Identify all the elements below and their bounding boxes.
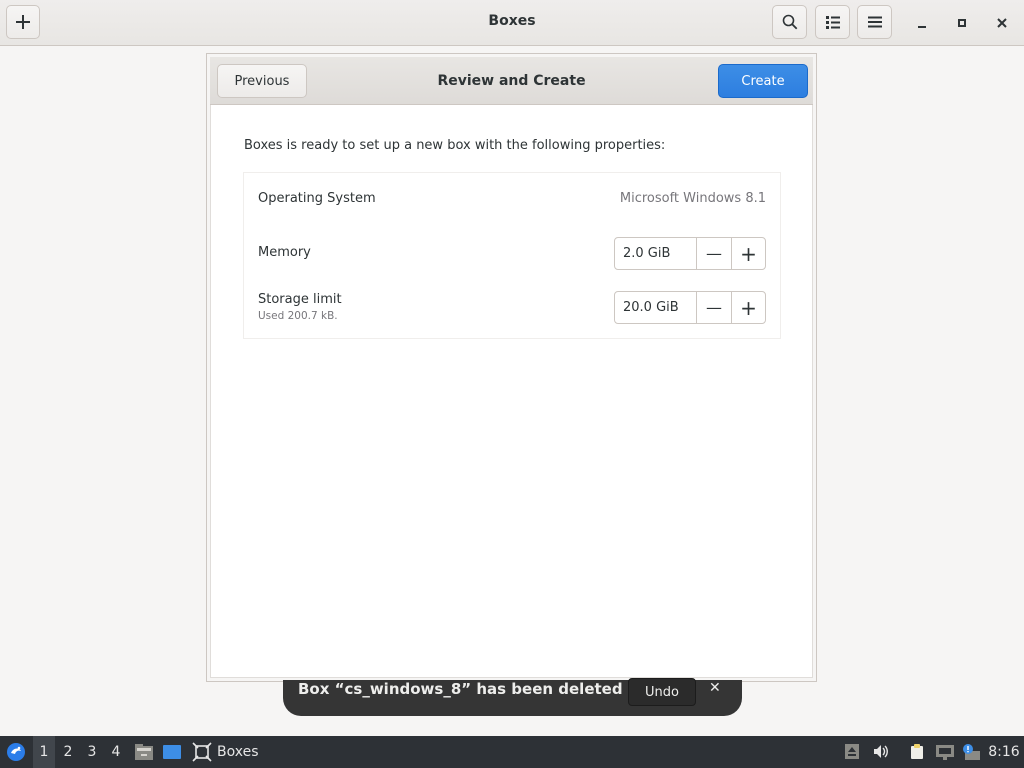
undo-button[interactable]: Undo — [628, 678, 696, 706]
desktop-icon — [163, 745, 181, 759]
distro-logo-icon — [7, 743, 25, 761]
minus-icon: — — [706, 298, 722, 317]
minimize-icon — [918, 26, 926, 28]
os-label: Operating System — [258, 191, 376, 206]
dialog-header: Previous Review and Create Create — [210, 57, 813, 105]
clock[interactable]: 8:16 — [984, 736, 1024, 768]
storage-label: Storage limit — [258, 292, 342, 307]
file-manager-launcher[interactable] — [132, 736, 156, 768]
show-desktop-launcher[interactable] — [160, 736, 184, 768]
headerbar: Boxes — [0, 0, 1024, 46]
taskbar: 1 2 3 4 Boxes 8:16 — [0, 736, 1024, 768]
memory-spinbutton[interactable]: 2.0 GiB — + — [614, 237, 766, 270]
workspace-2[interactable]: 2 — [57, 736, 79, 768]
deleted-notification: Box “cs_windows_8” has been deleted Undo… — [283, 678, 742, 716]
maximize-button[interactable] — [950, 11, 974, 35]
update-notifier-icon[interactable] — [961, 743, 981, 760]
storage-decrease-button[interactable]: — — [697, 292, 731, 323]
search-button[interactable] — [772, 5, 807, 39]
memory-label: Memory — [258, 245, 311, 260]
file-manager-icon — [135, 744, 153, 760]
plus-icon: + — [740, 295, 757, 320]
list-view-icon — [825, 16, 840, 29]
plus-icon: + — [740, 241, 757, 266]
storage-spinbutton[interactable]: 20.0 GiB — + — [614, 291, 766, 324]
workspace-3[interactable]: 3 — [81, 736, 103, 768]
dialog-body: Boxes is ready to set up a new box with … — [210, 105, 813, 678]
intro-text: Boxes is ready to set up a new box with … — [244, 138, 666, 153]
start-menu-button[interactable] — [2, 736, 30, 768]
notification-message: Box “cs_windows_8” has been deleted — [298, 680, 623, 698]
workspace-4[interactable]: 4 — [105, 736, 127, 768]
eject-icon[interactable] — [844, 743, 860, 760]
taskbar-task-boxes[interactable]: Boxes — [192, 736, 262, 768]
task-label: Boxes — [217, 744, 259, 760]
properties-list: Operating System Microsoft Windows 8.1 M… — [244, 173, 780, 338]
workspace-1[interactable]: 1 — [33, 736, 55, 768]
search-icon — [782, 14, 797, 30]
hamburger-menu-icon — [867, 16, 882, 28]
clipboard-icon[interactable] — [909, 743, 925, 760]
memory-increase-button[interactable]: + — [731, 238, 765, 269]
os-value: Microsoft Windows 8.1 — [619, 191, 766, 206]
view-toggle-button[interactable] — [815, 5, 850, 39]
close-window-button[interactable] — [990, 11, 1014, 35]
storage-used-text: Used 200.7 kB. — [258, 310, 338, 322]
main-menu-button[interactable] — [857, 5, 892, 39]
close-icon — [997, 18, 1007, 28]
memory-value[interactable]: 2.0 GiB — [615, 238, 697, 269]
review-create-dialog: Previous Review and Create Create Boxes … — [206, 53, 817, 682]
boxes-app-icon — [192, 742, 212, 762]
volume-icon[interactable] — [872, 743, 888, 760]
maximize-icon — [958, 19, 966, 27]
minus-icon: — — [706, 244, 722, 263]
memory-decrease-button[interactable]: — — [697, 238, 731, 269]
minimize-button[interactable] — [910, 11, 934, 35]
network-icon[interactable] — [935, 743, 955, 760]
storage-increase-button[interactable]: + — [731, 292, 765, 323]
storage-value[interactable]: 20.0 GiB — [615, 292, 697, 323]
notification-close-button[interactable]: ✕ — [709, 680, 721, 696]
create-button[interactable]: Create — [718, 64, 808, 98]
